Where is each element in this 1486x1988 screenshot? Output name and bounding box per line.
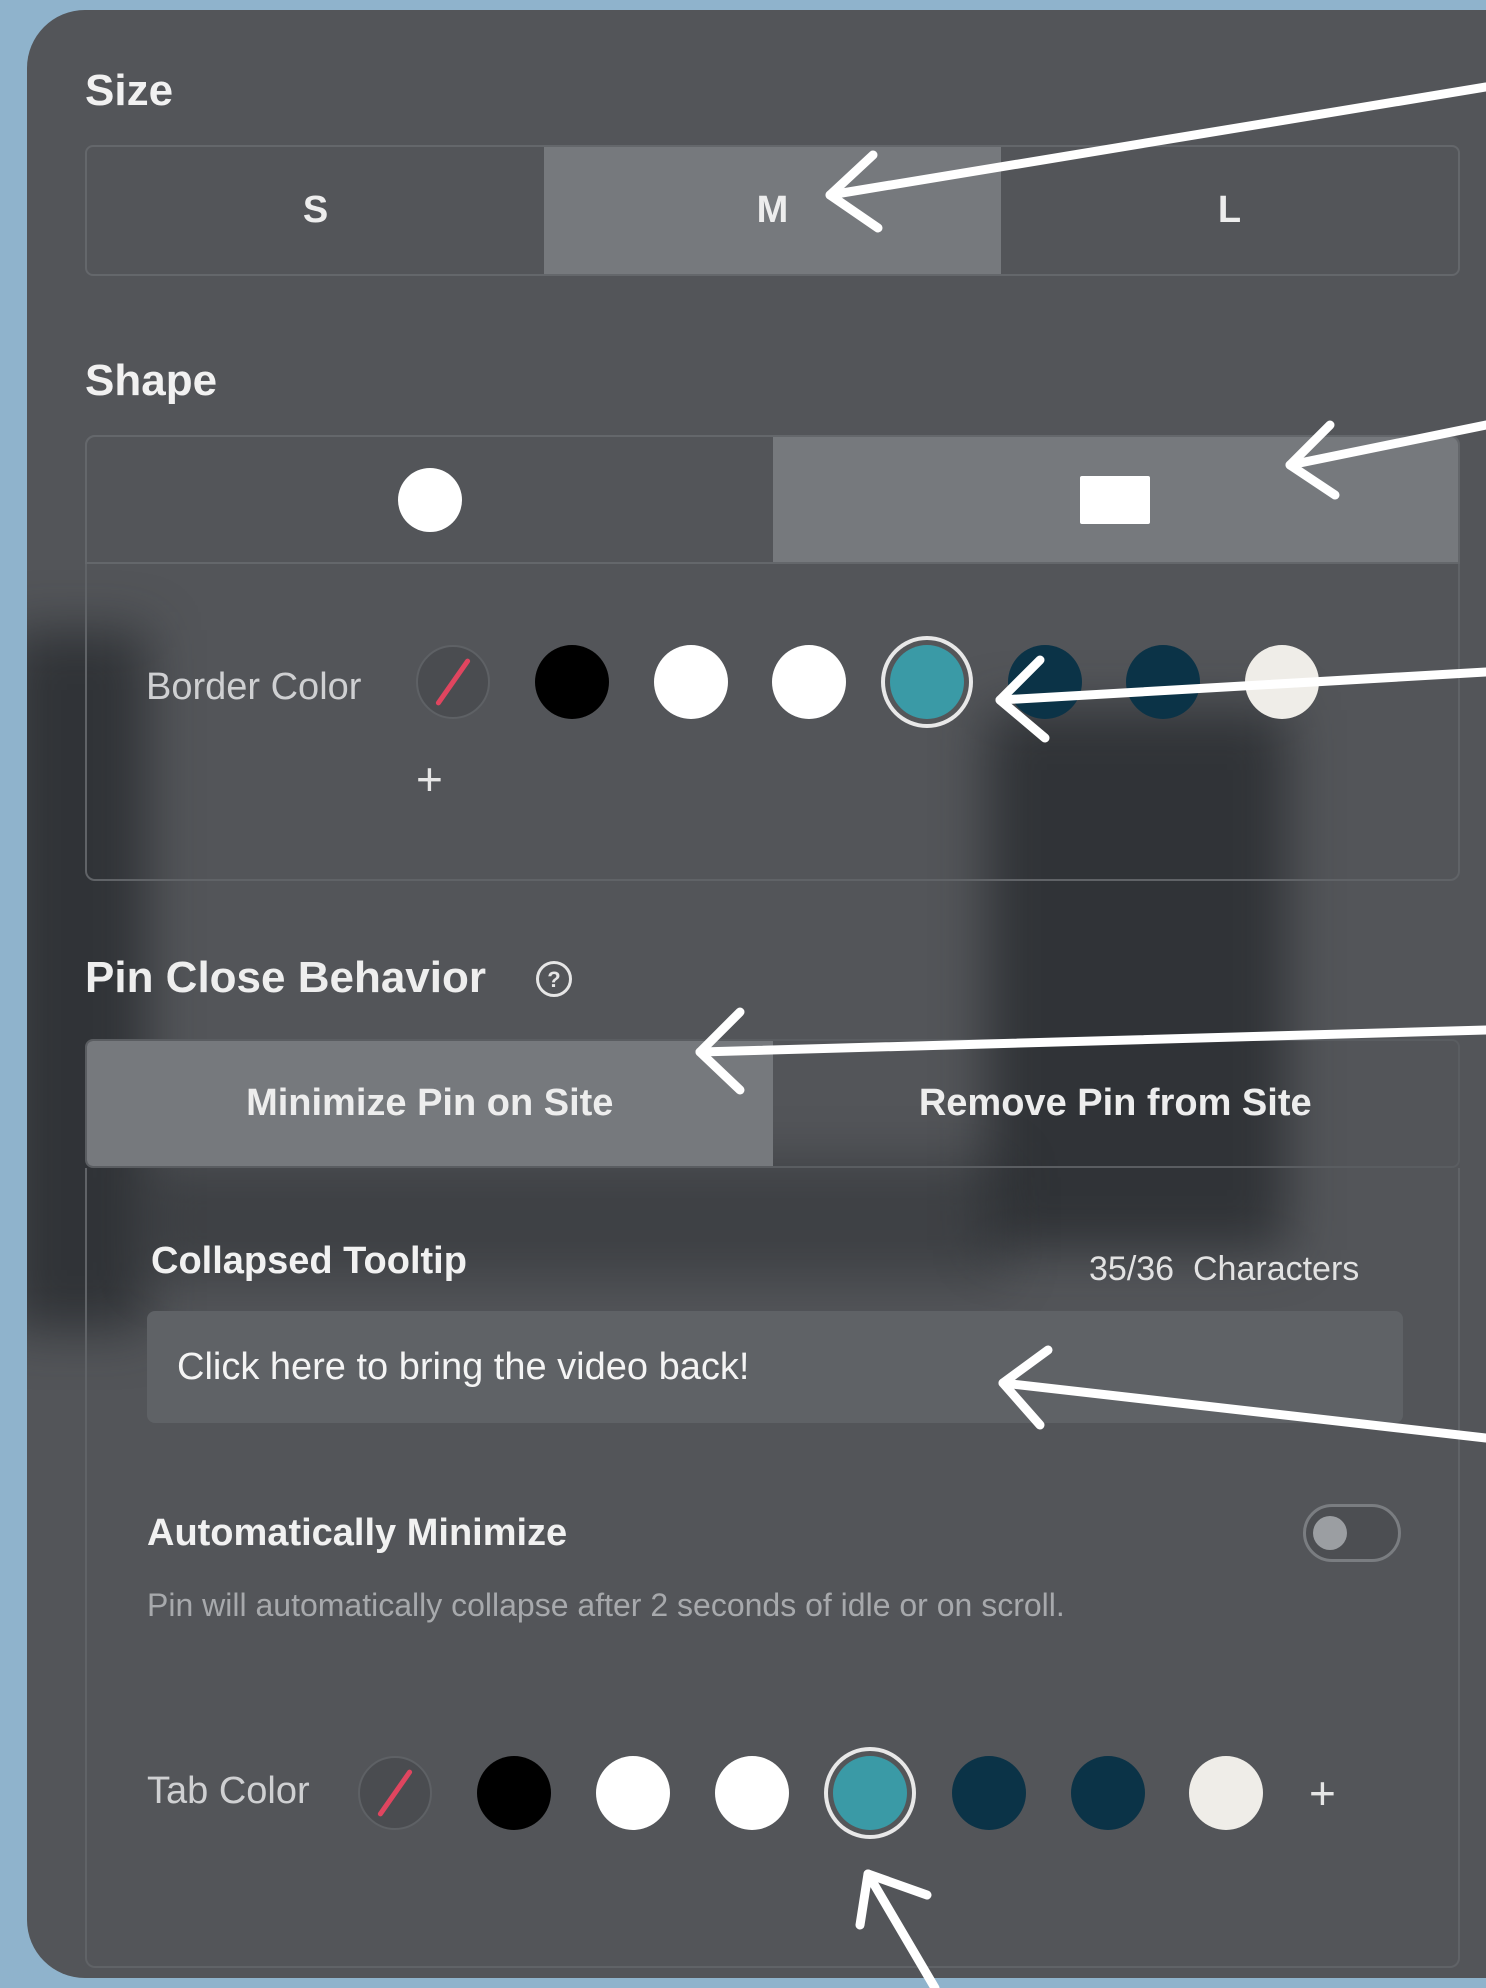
shape-segmented-control xyxy=(85,435,1460,564)
shape-label: Shape xyxy=(85,356,218,405)
rectangle-shape-icon xyxy=(1080,475,1151,524)
pin-close-settings-box xyxy=(85,1168,1460,1968)
remove-pin-option[interactable]: Remove Pin from Site xyxy=(773,1041,1459,1166)
size-label: Size xyxy=(85,66,174,115)
settings-panel: Size S M L Shape Border Color + Pin Clos… xyxy=(27,10,1486,1978)
shape-option-rectangle[interactable] xyxy=(772,437,1458,562)
border-color-swatch-navy[interactable] xyxy=(1008,645,1082,719)
size-option-m[interactable]: M xyxy=(544,147,1001,274)
size-option-l[interactable]: L xyxy=(1001,147,1458,274)
circle-shape-icon xyxy=(397,467,462,532)
border-color-swatch-black[interactable] xyxy=(535,645,609,719)
pin-close-behavior-label: Pin Close Behavior xyxy=(85,953,487,1002)
size-segmented-control: S M L xyxy=(85,145,1460,276)
add-border-color-icon[interactable]: + xyxy=(416,756,443,802)
border-color-swatch-teal[interactable] xyxy=(890,645,964,719)
border-color-swatch-white-2[interactable] xyxy=(772,645,846,719)
border-color-none-swatch[interactable] xyxy=(416,645,490,719)
border-color-swatch-cream[interactable] xyxy=(1245,645,1319,719)
pin-close-segmented-control: Minimize Pin on Site Remove Pin from Sit… xyxy=(85,1039,1460,1168)
border-color-swatch-white[interactable] xyxy=(654,645,728,719)
size-option-s[interactable]: S xyxy=(87,147,544,274)
minimize-pin-option[interactable]: Minimize Pin on Site xyxy=(87,1041,773,1166)
border-color-label: Border Color xyxy=(146,666,362,708)
help-icon[interactable]: ? xyxy=(536,961,572,997)
shape-option-circle[interactable] xyxy=(87,437,773,562)
border-color-swatch-navy-2[interactable] xyxy=(1126,645,1200,719)
